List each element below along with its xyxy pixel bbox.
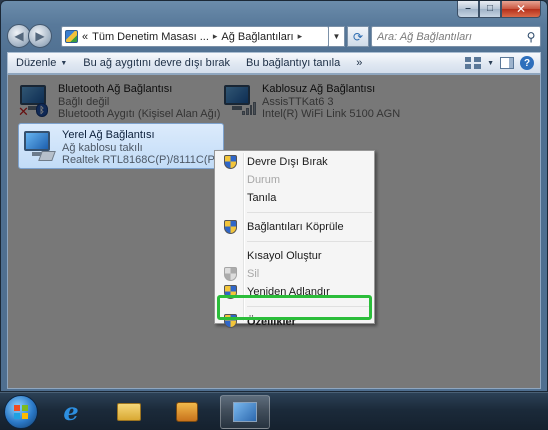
menu-item-delete: Sil [217, 265, 372, 283]
search-icon[interactable]: ⚲ [522, 27, 540, 46]
connection-name: Yerel Ağ Bağlantısı [62, 129, 155, 141]
menu-item-label: Durum [247, 174, 281, 186]
refresh-icon: ⟳ [352, 29, 364, 44]
search-input[interactable] [377, 30, 522, 43]
taskbar-windows-explorer[interactable] [104, 395, 154, 429]
connection-device: Realtek RTL8168C(P)/8111C(P) Ail... [62, 154, 220, 165]
organize-label: Düzenle [16, 57, 57, 69]
connection-name: Kablosuz Ağ Bağlantısı [262, 83, 376, 95]
menu-item-properties[interactable]: Özellikler [217, 312, 372, 332]
caption-buttons: – □ ✕ [457, 1, 541, 18]
forward-button[interactable]: ▶ [28, 24, 52, 48]
menu-separator [247, 301, 372, 307]
navigation-bar: ◀ ▶ « Tüm Denetim Masası ... ▸ Ağ Bağlan… [7, 23, 541, 49]
taskbar-control-panel-active[interactable] [220, 394, 270, 429]
uac-shield-icon [224, 267, 237, 281]
address-bar[interactable]: « Tüm Denetim Masası ... ▸ Ağ Bağlantıla… [61, 26, 329, 47]
breadcrumb-separator-icon[interactable]: ▸ [298, 31, 303, 42]
uac-shield-icon [224, 285, 237, 299]
menu-item-label: Özellikler [247, 316, 296, 328]
refresh-button[interactable]: ⟳ [347, 26, 369, 47]
diagnose-connection-button[interactable]: Bu bağlantıyı tanıla [238, 57, 348, 69]
menu-item-rename[interactable]: Yeniden Adlandır [217, 283, 372, 301]
menu-item-disable[interactable]: Devre Dışı Bırak [217, 153, 372, 171]
connection-item-local-area-selected[interactable]: Yerel Ağ Bağlantısı Ağ kablosu takılı Re… [18, 123, 224, 169]
disconnected-x-icon: ✕ [18, 104, 29, 119]
menu-item-label: Bağlantıları Köprüle [247, 221, 344, 233]
breadcrumb-item-network-connections[interactable]: Ağ Bağlantıları [221, 31, 293, 43]
taskbar-internet-explorer[interactable]: e [46, 395, 96, 429]
context-menu: Devre Dışı Bırak Durum Tanıla Bağlantıla… [214, 150, 375, 328]
uac-shield-icon [224, 155, 237, 169]
internet-explorer-icon: e [63, 397, 79, 426]
taskbar-media-player[interactable] [162, 395, 212, 429]
bluetooth-network-icon: ✕ ᛒ [18, 83, 52, 119]
menu-item-label: Devre Dışı Bırak [247, 156, 328, 168]
connection-name: Bluetooth Ağ Bağlantısı [58, 83, 173, 95]
connection-device: Bluetooth Aygıtı (Kişisel Alan Ağı) [58, 108, 221, 120]
connection-status: Ağ kablosu takılı [62, 141, 143, 154]
uac-shield-icon [224, 220, 237, 234]
chevron-down-icon: ▼ [60, 59, 68, 67]
folder-icon [117, 402, 141, 421]
chevron-down-icon[interactable]: ▼ [487, 60, 494, 67]
lan-network-icon [22, 129, 56, 163]
menu-item-label: Tanıla [247, 192, 277, 204]
close-button[interactable]: ✕ [501, 1, 541, 18]
start-button[interactable] [4, 394, 38, 429]
windows-logo-icon [14, 404, 28, 419]
minimize-button[interactable]: – [457, 1, 479, 18]
command-bar-tools: ▼ ? [465, 56, 540, 70]
back-arrow-icon: ◀ [14, 29, 24, 43]
address-history-dropdown[interactable]: ▼ [329, 26, 345, 47]
change-view-icon[interactable] [465, 57, 482, 69]
connection-status: Bağlı değil [58, 95, 110, 108]
network-control-panel-icon [233, 401, 257, 422]
bluetooth-icon: ᛒ [36, 103, 48, 117]
more-commands-button[interactable]: » [348, 57, 370, 69]
preview-pane-icon[interactable] [500, 57, 514, 69]
menu-separator [247, 236, 372, 242]
menu-item-label: Kısayol Oluştur [247, 250, 322, 262]
signal-bars-icon [242, 101, 256, 115]
help-icon[interactable]: ? [520, 56, 534, 70]
menu-item-label: Sil [247, 268, 260, 280]
control-panel-icon [65, 30, 78, 43]
search-box[interactable]: ⚲ [371, 26, 541, 47]
menu-item-create-shortcut[interactable]: Kısayol Oluştur [217, 247, 372, 265]
menu-item-status: Durum [217, 171, 372, 189]
maximize-button[interactable]: □ [479, 1, 501, 18]
connection-status: AssisTTKat6 3 [262, 95, 334, 108]
taskbar: e [0, 392, 548, 430]
forward-arrow-icon: ▶ [35, 29, 45, 43]
menu-item-label: Yeniden Adlandır [247, 286, 330, 298]
breadcrumb-separator-icon[interactable]: ▸ [213, 31, 218, 42]
chevron-down-icon: ▼ [332, 32, 341, 41]
command-bar: Düzenle ▼ Bu ağ aygıtını devre dışı bıra… [7, 52, 541, 74]
organize-menu[interactable]: Düzenle ▼ [8, 57, 75, 69]
menu-item-bridge-connections[interactable]: Bağlantıları Köprüle [217, 218, 372, 236]
connection-item-wireless[interactable]: Kablosuz Ağ Bağlantısı AssisTTKat6 3 Int… [222, 81, 422, 123]
breadcrumb-item-all-control-panel[interactable]: Tüm Denetim Masası ... [92, 31, 209, 43]
media-player-icon [176, 401, 198, 422]
network-cable-icon [38, 151, 56, 161]
menu-item-diagnose[interactable]: Tanıla [217, 189, 372, 207]
breadcrumb-overflow[interactable]: « [82, 31, 88, 43]
disable-device-button[interactable]: Bu ağ aygıtını devre dışı bırak [75, 57, 238, 69]
wireless-network-icon [222, 83, 256, 117]
menu-separator [247, 207, 372, 213]
uac-shield-icon [224, 314, 237, 328]
connection-item-bluetooth[interactable]: ✕ ᛒ Bluetooth Ağ Bağlantısı Bağlı değil … [18, 81, 223, 123]
connection-device: Intel(R) WiFi Link 5100 AGN [262, 108, 401, 120]
